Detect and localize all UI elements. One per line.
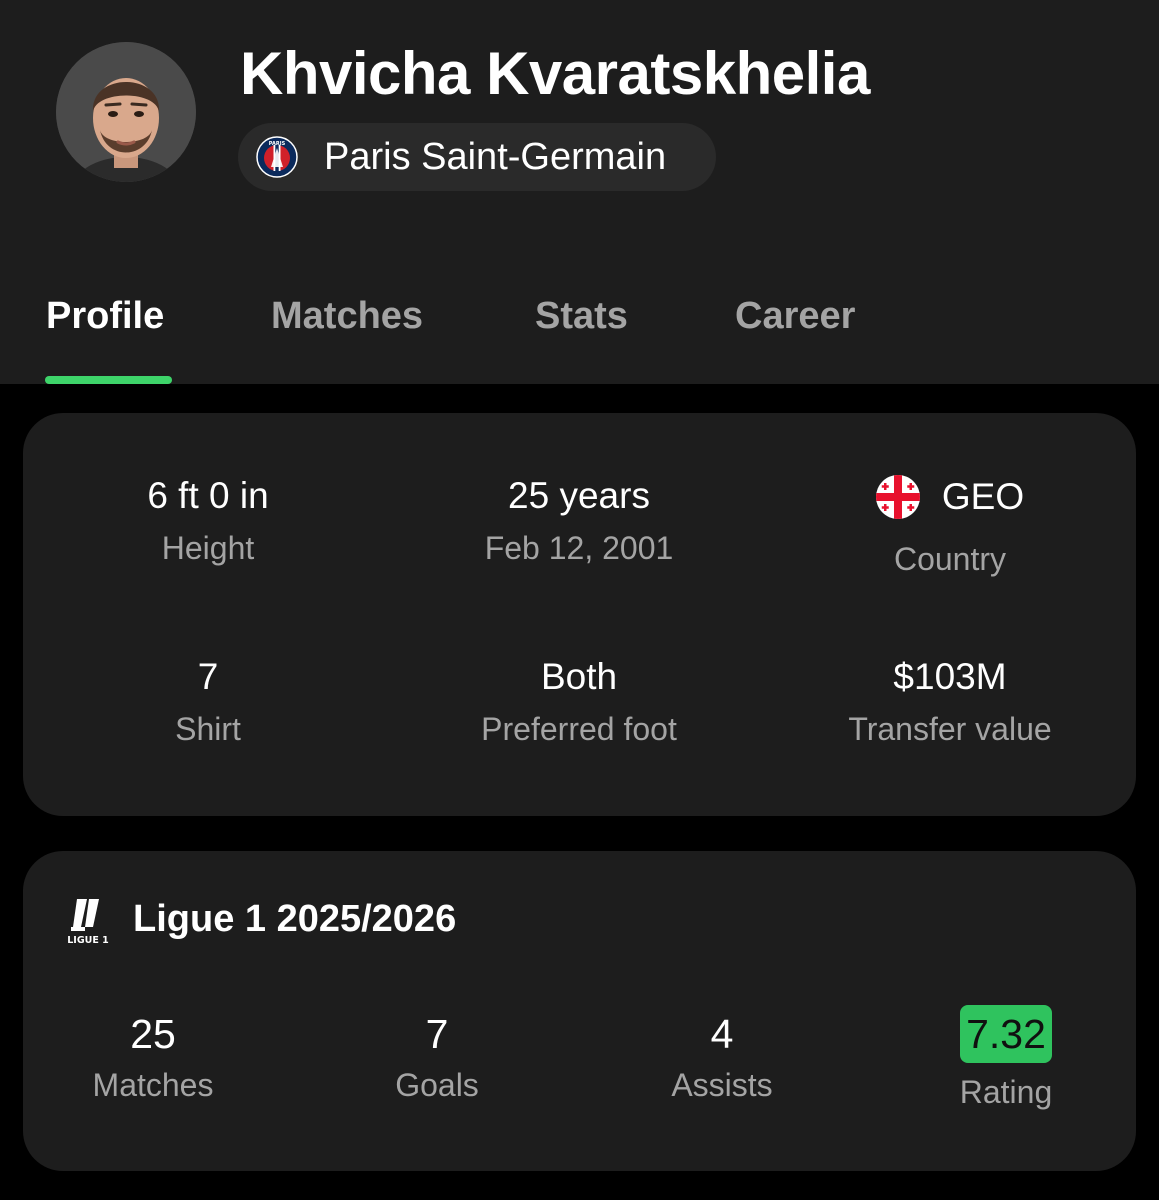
foot-value: Both [540, 656, 618, 697]
assists-label: Assists [671, 1067, 773, 1103]
tab-stats[interactable]: Stats [535, 294, 628, 338]
ligue1-logo-icon: LIGUE 1 [67, 897, 109, 947]
country-value: GEO [941, 476, 1025, 517]
svg-text:PARIS: PARIS [269, 141, 286, 147]
foot-cell: Both Preferred foot [409, 656, 749, 747]
stat-assists: 4 Assists [592, 1011, 852, 1103]
matches-value: 25 [130, 1011, 176, 1057]
age-cell: 25 years Feb 12, 2001 [409, 475, 749, 566]
goals-label: Goals [395, 1067, 479, 1103]
georgia-flag-icon [875, 475, 920, 519]
transfer-label: Transfer value [848, 711, 1052, 747]
birth-date: Feb 12, 2001 [484, 530, 674, 566]
tab-profile[interactable]: Profile [46, 294, 164, 338]
rating-label: Rating [959, 1074, 1053, 1110]
height-label: Height [161, 530, 255, 566]
shirt-cell: 7 Shirt [38, 656, 378, 747]
transfer-cell[interactable]: $103M Transfer value [780, 656, 1120, 747]
rating-badge: 7.32 [960, 1005, 1052, 1063]
player-name: Khvicha Kvaratskhelia [240, 40, 870, 107]
tab-matches[interactable]: Matches [271, 294, 423, 338]
foot-label: Preferred foot [481, 711, 677, 747]
stat-rating: 7.32 Rating [876, 1005, 1136, 1110]
country-cell[interactable]: GEO Country [780, 475, 1120, 577]
active-tab-indicator [45, 376, 172, 384]
assists-value: 4 [710, 1011, 734, 1057]
goals-value: 7 [425, 1011, 449, 1057]
matches-label: Matches [92, 1067, 214, 1103]
shirt-label: Shirt [175, 711, 241, 747]
player-header: Khvicha Kvaratskhelia PARIS Paris Saint-… [0, 0, 1159, 384]
psg-logo-icon: PARIS [256, 136, 298, 178]
profile-info-card: 6 ft 0 in Height 25 years Feb 12, 2001 G… [23, 413, 1136, 816]
player-avatar[interactable] [56, 42, 196, 182]
transfer-value: $103M [893, 656, 1007, 697]
player-photo-icon [56, 42, 196, 182]
league-title: Ligue 1 2025/2026 [133, 898, 457, 940]
stat-goals: 7 Goals [307, 1011, 567, 1103]
age-value: 25 years [508, 475, 650, 516]
league-stats-card[interactable]: LIGUE 1 Ligue 1 2025/2026 25 Matches 7 G… [23, 851, 1136, 1171]
club-name: Paris Saint-Germain [324, 136, 667, 178]
svg-text:LIGUE 1: LIGUE 1 [67, 935, 109, 946]
height-cell: 6 ft 0 in Height [38, 475, 378, 566]
club-chip[interactable]: PARIS Paris Saint-Germain [238, 123, 716, 191]
shirt-value: 7 [197, 656, 219, 697]
country-label: Country [893, 541, 1007, 577]
stat-matches: 25 Matches [23, 1011, 283, 1103]
height-value: 6 ft 0 in [147, 475, 269, 516]
tab-career[interactable]: Career [735, 294, 855, 338]
